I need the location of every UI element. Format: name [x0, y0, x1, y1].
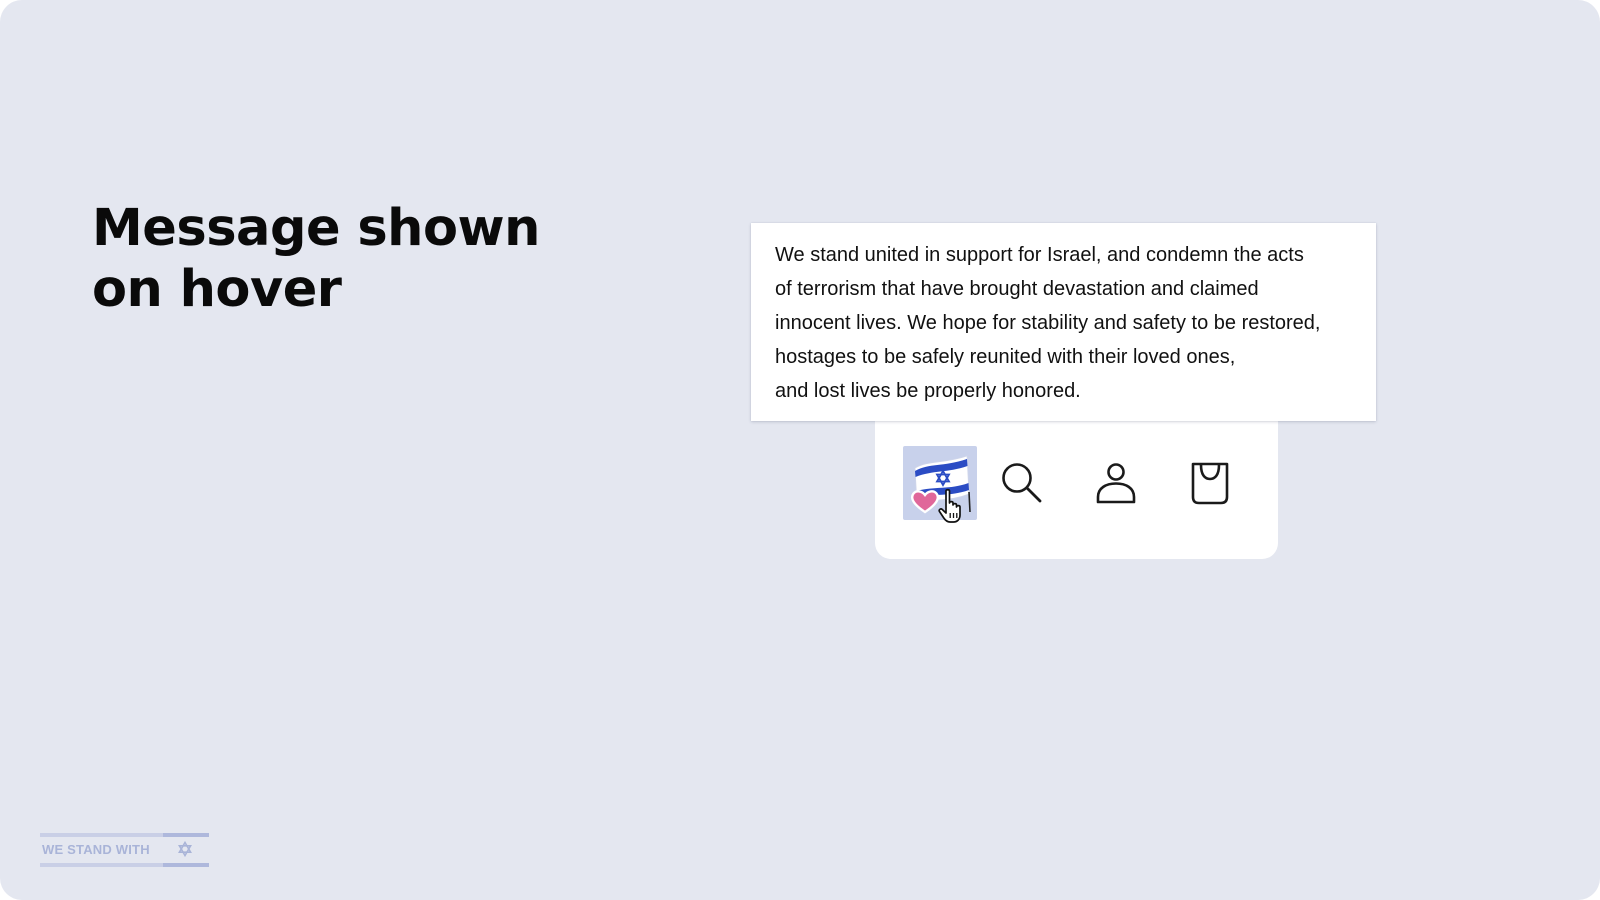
user-icon — [1096, 463, 1136, 504]
header-icon-bar — [875, 405, 1278, 559]
badge-stripe-top — [40, 833, 209, 837]
star-of-david-icon — [178, 841, 192, 857]
cart-button[interactable] — [1173, 446, 1247, 520]
pointer-hand-icon — [938, 488, 961, 523]
tooltip-line: innocent lives. We hope for stability an… — [775, 312, 1321, 334]
badge-text: WE STAND WITH — [42, 842, 150, 857]
slide-canvas: Message shown on hover We stand united i… — [0, 0, 1600, 900]
we-stand-with-israel-badge: WE STAND WITH — [40, 833, 209, 867]
hover-tooltip: We stand united in support for Israel, a… — [751, 223, 1376, 421]
shopping-bag-icon — [1191, 462, 1229, 505]
tooltip-line: and lost lives be properly honored. — [775, 380, 1081, 402]
search-button[interactable] — [985, 446, 1059, 520]
account-button[interactable] — [1079, 446, 1153, 520]
slide-heading: Message shown on hover — [92, 198, 572, 320]
heading-line-2: on hover — [92, 260, 342, 319]
tooltip-line: of terrorism that have brought devastati… — [775, 278, 1259, 300]
badge-stripe-bottom — [40, 863, 209, 867]
heading-line-1: Message shown — [92, 199, 540, 258]
search-icon — [1002, 463, 1042, 503]
tooltip-line: hostages to be safely reunited with thei… — [775, 346, 1236, 368]
tooltip-line: We stand united in support for Israel, a… — [775, 244, 1304, 266]
